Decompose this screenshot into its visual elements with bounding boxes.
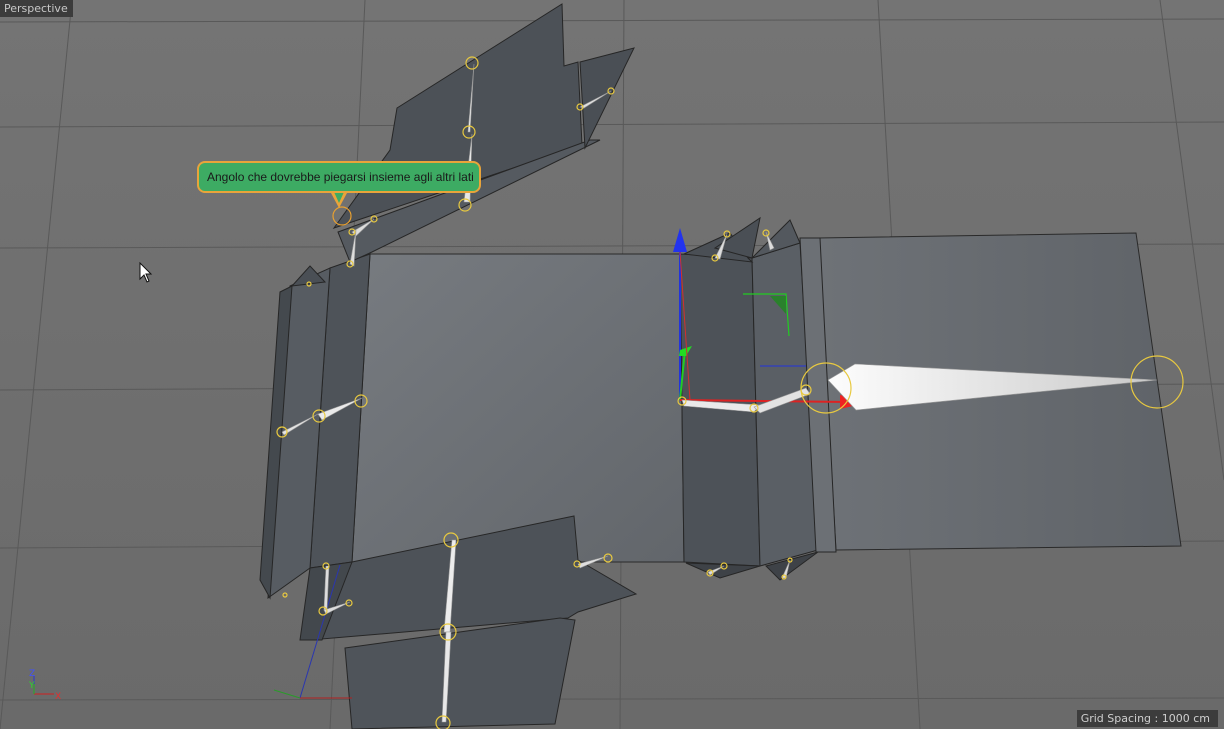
- axis-orientation-icon: Z Y X: [28, 669, 61, 702]
- 3d-viewport[interactable]: Perspective Angolo che dovrebbe piegarsi…: [0, 0, 1224, 729]
- mouse-cursor-icon: [139, 262, 153, 283]
- annotation-callout: Angolo che dovrebbe piegarsi insieme agl…: [197, 161, 481, 193]
- callout-tail-inner: [334, 192, 344, 203]
- mesh-panel-center[interactable]: [351, 253, 685, 563]
- axis-z-label: Z: [29, 669, 35, 679]
- grid-spacing-readout: Grid Spacing : 1000 cm: [1076, 710, 1218, 727]
- viewport-scene[interactable]: [0, 0, 1224, 729]
- viewport-label[interactable]: Perspective: [0, 0, 73, 17]
- axis-y-label: Y: [28, 681, 35, 691]
- axis-x-label: X: [55, 692, 61, 702]
